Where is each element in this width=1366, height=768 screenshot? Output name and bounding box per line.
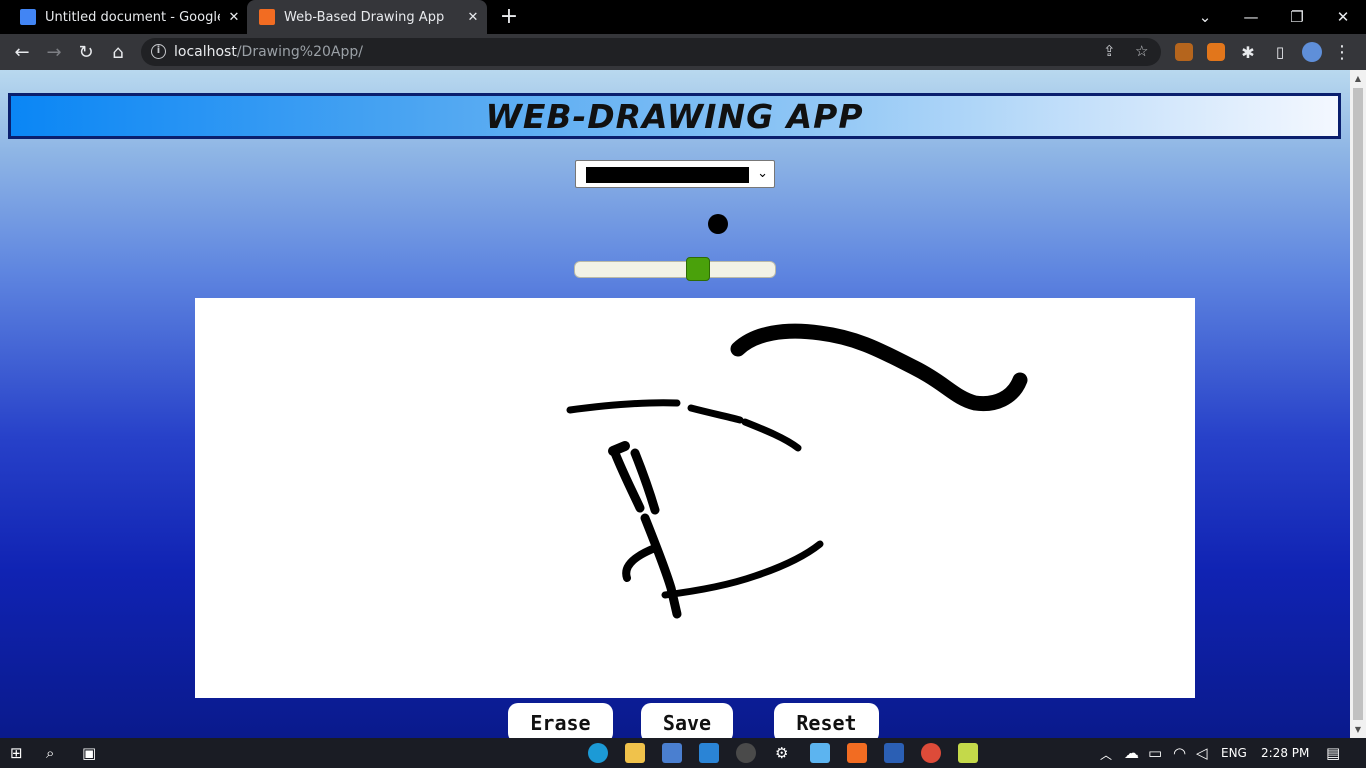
stroke-hook [622,544,659,582]
windows-start-icon[interactable]: ⊞ [10,744,23,762]
task-view-icon[interactable]: ▣ [82,744,96,762]
reload-button[interactable]: ↻ [72,38,100,66]
settings-gear-icon[interactable]: ⚙ [775,744,788,762]
stroke-blob [608,441,630,456]
extension-monkey-icon[interactable] [1175,43,1193,61]
tab-google-docs[interactable]: Untitled document - Google Doc ✕ [12,0,246,34]
edge-icon[interactable] [588,743,608,763]
restore-button[interactable]: ❐ [1274,0,1320,34]
menu-kebab-icon[interactable]: ⋮ [1328,38,1356,66]
stroke-arc-1 [566,399,681,414]
color-select[interactable]: ⌄ [575,160,775,188]
file-explorer-icon[interactable] [625,743,645,763]
browser-toolbar: ← → ↻ ⌂ i localhost/Drawing%20App/ ⇪ ☆ ✱… [0,34,1366,70]
notepad-icon[interactable] [958,743,978,763]
brush-size-slider[interactable] [574,257,776,281]
url-path: /Drawing%20App/ [236,44,363,60]
windows-taskbar: ⊞ ⌕ ▣ ⚙ ︿ ☁ ▭ ◠ ◁ ENG 2:28 PM ▤ [0,738,1366,768]
mail-icon[interactable] [699,743,719,763]
chevron-down-icon: ⌄ [757,166,768,181]
search-icon[interactable]: ⌕ [46,744,54,762]
photos-icon[interactable] [810,743,830,763]
close-tab-icon[interactable]: ✕ [465,10,481,25]
extensions-puzzle-icon[interactable]: ✱ [1234,38,1262,66]
stroke-line-3 [640,513,682,619]
site-info-icon[interactable]: i [151,44,166,59]
stroke-wave [730,323,1028,412]
app-header: WEB-DRAWING APP [8,93,1341,139]
app-title: WEB-DRAWING APP [485,96,864,136]
page-viewport: WEB-DRAWING APP ⌄ Erase Save Reset [0,70,1350,738]
close-tab-icon[interactable]: ✕ [226,10,242,25]
stroke-arc-2 [687,404,744,424]
xampp-icon[interactable] [847,743,867,763]
google-docs-icon [20,9,36,25]
brush-size-preview [708,214,728,234]
stroke-arc-3 [741,418,802,452]
tab-drawing-app[interactable]: Web-Based Drawing App ✕ [247,0,487,34]
share-icon[interactable]: ⇪ [1103,42,1116,60]
save-button[interactable]: Save [641,703,733,738]
page-scrollbar[interactable]: ▲ ▼ [1350,70,1366,738]
tab-strip: Untitled document - Google Doc ✕ Web-Bas… [0,0,1366,34]
erase-button[interactable]: Erase [508,703,613,738]
wifi-icon[interactable]: ◠ [1173,744,1186,762]
forward-button[interactable]: → [40,38,68,66]
address-bar[interactable]: i localhost/Drawing%20App/ ⇪ ☆ [141,38,1161,66]
new-tab-button[interactable]: + [498,6,520,28]
minimize-button[interactable]: — [1228,0,1274,34]
url-text[interactable]: localhost/Drawing%20App/ [174,44,363,60]
xampp-icon [259,9,275,25]
selected-color-swatch [586,167,749,183]
side-panel-icon[interactable]: ▯ [1266,38,1294,66]
chrome-icon[interactable] [921,743,941,763]
onedrive-icon[interactable]: ☁ [1124,744,1139,762]
slider-thumb[interactable] [686,257,710,281]
back-button[interactable]: ← [8,38,36,66]
tab-title: Web-Based Drawing App [284,9,445,25]
app-icon[interactable] [736,743,756,763]
clock[interactable]: 2:28 PM [1261,746,1309,760]
battery-icon[interactable]: ▭ [1148,744,1162,762]
tab-title: Untitled document - Google Doc [45,9,220,25]
scroll-up-arrow-icon[interactable]: ▲ [1353,74,1363,83]
word-icon[interactable] [884,743,904,763]
scrollbar-thumb[interactable] [1353,88,1363,720]
drawing-canvas[interactable] [195,298,1195,698]
reset-button[interactable]: Reset [774,703,879,738]
url-host: localhost [174,44,237,60]
notifications-icon[interactable]: ▤ [1326,744,1340,762]
store-icon[interactable] [662,743,682,763]
profile-avatar[interactable] [1302,42,1322,62]
chevron-up-icon[interactable]: ︿ [1100,746,1112,763]
home-button[interactable]: ⌂ [104,38,132,66]
language-indicator[interactable]: ENG [1221,746,1247,760]
scroll-down-arrow-icon[interactable]: ▼ [1353,725,1363,734]
tab-search-icon[interactable]: ⌄ [1182,0,1228,34]
canvas-drawing [566,323,1028,619]
extension-metamask-icon[interactable] [1207,43,1225,61]
volume-icon[interactable]: ◁ [1196,744,1208,762]
stroke-curve [661,540,824,599]
close-window-button[interactable]: ✕ [1320,0,1366,34]
bookmark-star-icon[interactable]: ☆ [1135,42,1148,60]
